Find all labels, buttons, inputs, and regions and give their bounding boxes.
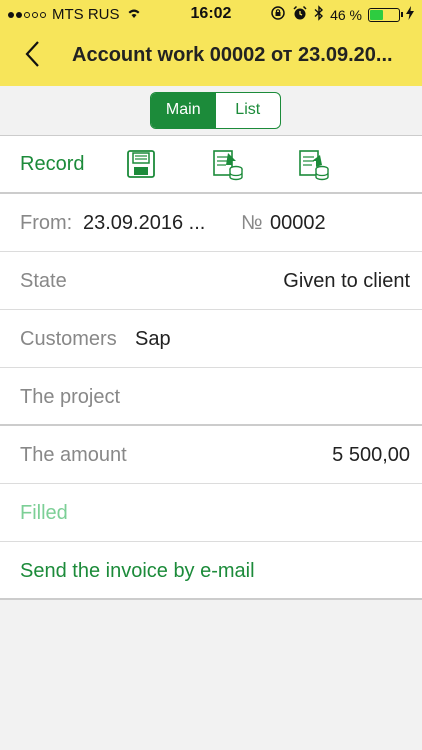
segment-bar: Main List bbox=[0, 86, 422, 136]
navigation-bar: Account work 00002 от 23.09.20... bbox=[0, 36, 422, 76]
form-content: Record From: 23.09.2016 ... № 00002 Stat… bbox=[0, 136, 422, 600]
from-label: From: bbox=[20, 212, 73, 234]
battery-icon bbox=[368, 7, 403, 22]
charging-icon bbox=[406, 6, 414, 23]
customers-label: Customers bbox=[20, 328, 117, 350]
filled-link[interactable]: Filled bbox=[20, 502, 68, 525]
project-label: The project bbox=[20, 386, 121, 408]
filled-row[interactable]: Filled bbox=[0, 484, 422, 542]
from-row[interactable]: From: 23.09.2016 ... № 00002 bbox=[0, 194, 422, 252]
status-right: 46 % bbox=[270, 5, 414, 24]
export-icon[interactable] bbox=[298, 149, 330, 181]
battery-percent: 46 % bbox=[330, 6, 362, 23]
segmented-control: Main List bbox=[150, 92, 281, 129]
header: MTS RUS 16:02 46 % Account work 00002 от… bbox=[0, 0, 422, 86]
number-field[interactable]: 00002 bbox=[270, 212, 326, 235]
amount-value: 5 500,00 bbox=[332, 444, 410, 466]
save-icon[interactable] bbox=[126, 149, 158, 181]
tab-list[interactable]: List bbox=[216, 93, 281, 128]
number-label: № bbox=[241, 212, 263, 234]
bluetooth-icon bbox=[314, 5, 324, 24]
customers-row[interactable]: Customers Sap bbox=[0, 310, 422, 368]
alarm-icon bbox=[292, 5, 308, 24]
status-bar: MTS RUS 16:02 46 % bbox=[0, 0, 422, 28]
from-date-field[interactable]: 23.09.2016 ... bbox=[83, 212, 205, 235]
project-row[interactable]: The project bbox=[0, 368, 422, 426]
send-invoice-link[interactable]: Send the invoice by e-mail bbox=[20, 560, 255, 583]
amount-label: The amount bbox=[20, 444, 127, 466]
import-icon[interactable] bbox=[212, 149, 244, 181]
amount-row: The amount 5 500,00 bbox=[0, 426, 422, 484]
state-value[interactable]: Given to client bbox=[283, 270, 410, 293]
state-row[interactable]: State Given to client bbox=[0, 252, 422, 310]
send-row[interactable]: Send the invoice by e-mail bbox=[0, 542, 422, 600]
state-label: State bbox=[20, 270, 67, 292]
back-button[interactable] bbox=[24, 40, 40, 74]
toolbar: Record bbox=[0, 136, 422, 194]
record-button[interactable]: Record bbox=[20, 153, 84, 176]
rotation-lock-icon bbox=[270, 5, 286, 24]
customers-value[interactable]: Sap bbox=[135, 328, 171, 351]
page-title: Account work 00002 от 23.09.20... bbox=[72, 44, 393, 66]
tab-main[interactable]: Main bbox=[151, 93, 216, 128]
chevron-left-icon bbox=[25, 41, 39, 67]
